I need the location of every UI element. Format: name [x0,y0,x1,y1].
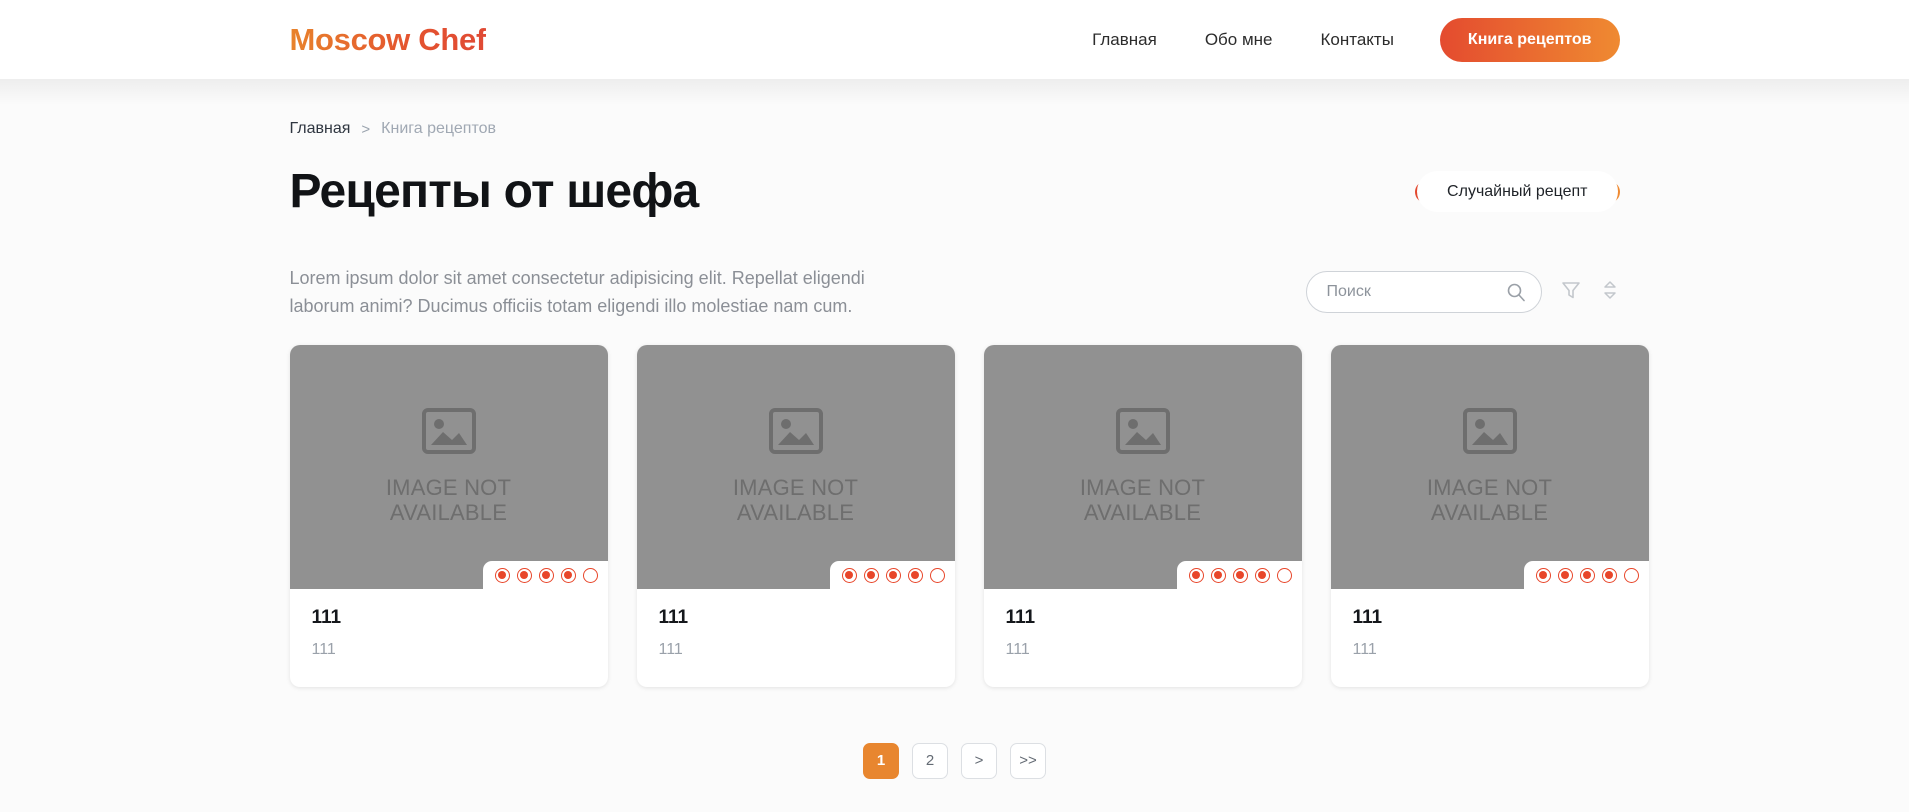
header-inner: Moscow Chef Главная Обо мне Контакты Кни… [290,17,1620,62]
rating-dot-1 [1188,567,1204,583]
rating-dot-1 [1535,567,1551,583]
rating-dot-2 [863,567,879,583]
rating-dot-2 [1210,567,1226,583]
image-placeholder-line2: AVAILABLE [1430,500,1549,526]
recipe-card-title: 111 [658,606,689,628]
random-recipe-button-label: Случайный рецепт [1417,170,1618,212]
main-navigation: Главная Обо мне Контакты Книга рецептов [1068,17,1620,62]
rating-dot-1 [494,567,510,583]
site-logo[interactable]: Moscow Chef [290,22,487,58]
image-placeholder-line1: IMAGE NOT [1426,474,1553,500]
rating-dot-3 [538,567,554,583]
site-header: Moscow Chef Главная Обо мне Контакты Кни… [0,0,1909,105]
recipe-card-subtitle: 111 [311,640,336,658]
image-placeholder-line2: AVAILABLE [1083,500,1202,526]
recipe-card-image-placeholder: IMAGE NOT AVAILABLE [289,344,608,589]
page-content: Главная > Книга рецептов Рецепты от шефа… [289,120,1649,779]
recipe-card-subtitle: 111 [1352,640,1377,658]
rating-dot-5 [1623,567,1639,583]
nav-link-home[interactable]: Главная [1068,30,1181,50]
recipe-card-image-placeholder: IMAGE NOT AVAILABLE [1330,344,1649,589]
rating-dot-2 [516,567,532,583]
breadcrumb-home[interactable]: Главная [290,120,351,138]
recipe-card-image-placeholder: IMAGE NOT AVAILABLE [636,344,955,589]
recipe-card[interactable]: IMAGE NOT AVAILABLE 111 111 [1330,344,1649,687]
image-placeholder-text: IMAGE NOT AVAILABLE [1080,475,1205,526]
pagination-page-1[interactable]: 1 [863,742,899,779]
rating-dot-1 [841,567,857,583]
pagination-next[interactable]: > [961,742,997,779]
rating-dot-3 [885,567,901,583]
breadcrumb-separator: > [361,120,371,138]
image-placeholder-icon [1462,407,1517,459]
filter-funnel-icon[interactable] [1560,279,1582,306]
image-placeholder-icon [421,407,476,459]
recipe-card-subtitle: 111 [658,640,683,658]
breadcrumb: Главная > Книга рецептов [290,120,1620,138]
random-recipe-button[interactable]: Случайный рецепт [1415,170,1620,212]
rating-badge[interactable] [482,560,608,589]
title-row: Рецепты от шефа Случайный рецепт [290,164,1620,219]
image-placeholder-text: IMAGE NOT AVAILABLE [1427,475,1552,526]
recipe-card-grid: IMAGE NOT AVAILABLE 111 111 IMAGE NOT AV… [289,344,1649,687]
recipe-card-title: 111 [1352,606,1383,628]
image-placeholder-text: IMAGE NOT AVAILABLE [386,475,511,526]
rating-dot-3 [1232,567,1248,583]
nav-link-contacts[interactable]: Контакты [1296,30,1417,50]
search-field-wrapper [1305,271,1542,313]
recipe-card-body: 111 111 [984,589,1302,687]
pagination-last[interactable]: >> [1010,742,1046,779]
image-placeholder-line2: AVAILABLE [736,500,855,526]
recipe-card[interactable]: IMAGE NOT AVAILABLE 111 111 [636,344,955,687]
pagination: 1 2 > >> [290,742,1620,779]
breadcrumb-current: Книга рецептов [381,120,496,137]
recipe-card[interactable]: IMAGE NOT AVAILABLE 111 111 [983,344,1302,687]
nav-link-about[interactable]: Обо мне [1181,30,1297,50]
rating-dot-3 [1579,567,1595,583]
rating-dot-4 [907,567,923,583]
rating-dot-2 [1557,567,1573,583]
random-recipe-button-border: Случайный рецепт [1415,170,1620,212]
page-title: Рецепты от шефа [289,165,700,218]
image-placeholder-line2: AVAILABLE [389,500,508,526]
image-placeholder-icon [1115,407,1170,459]
recipe-card-image-placeholder: IMAGE NOT AVAILABLE [983,344,1302,589]
rating-dot-5 [582,567,598,583]
rating-dot-5 [1276,567,1292,583]
rating-badge[interactable] [1176,560,1302,589]
rating-dot-4 [1254,567,1270,583]
recipe-card-subtitle: 111 [1005,640,1030,658]
sort-icon[interactable] [1600,278,1620,307]
recipe-card[interactable]: IMAGE NOT AVAILABLE 111 111 [289,344,608,687]
image-placeholder-line1: IMAGE NOT [732,474,859,500]
search-input[interactable] [1305,271,1542,313]
image-placeholder-icon [768,407,823,459]
rating-dot-4 [560,567,576,583]
rating-dot-5 [929,567,945,583]
rating-dot-4 [1601,567,1617,583]
recipe-book-button[interactable]: Книга рецептов [1439,17,1620,62]
page-description: Lorem ipsum dolor sit amet consectetur a… [289,268,865,316]
search-tools [1305,271,1620,313]
description-row: Lorem ipsum dolor sit amet consectetur a… [290,265,1620,321]
pagination-page-2[interactable]: 2 [912,742,948,779]
recipe-card-body: 111 111 [290,589,608,687]
rating-badge[interactable] [1523,560,1649,589]
image-placeholder-line1: IMAGE NOT [385,474,512,500]
image-placeholder-line1: IMAGE NOT [1079,474,1206,500]
recipe-card-title: 111 [1005,606,1036,628]
recipe-card-body: 111 111 [1331,589,1649,687]
rating-badge[interactable] [829,560,955,589]
recipe-card-title: 111 [311,606,342,628]
image-placeholder-text: IMAGE NOT AVAILABLE [733,475,858,526]
recipe-card-body: 111 111 [637,589,955,687]
